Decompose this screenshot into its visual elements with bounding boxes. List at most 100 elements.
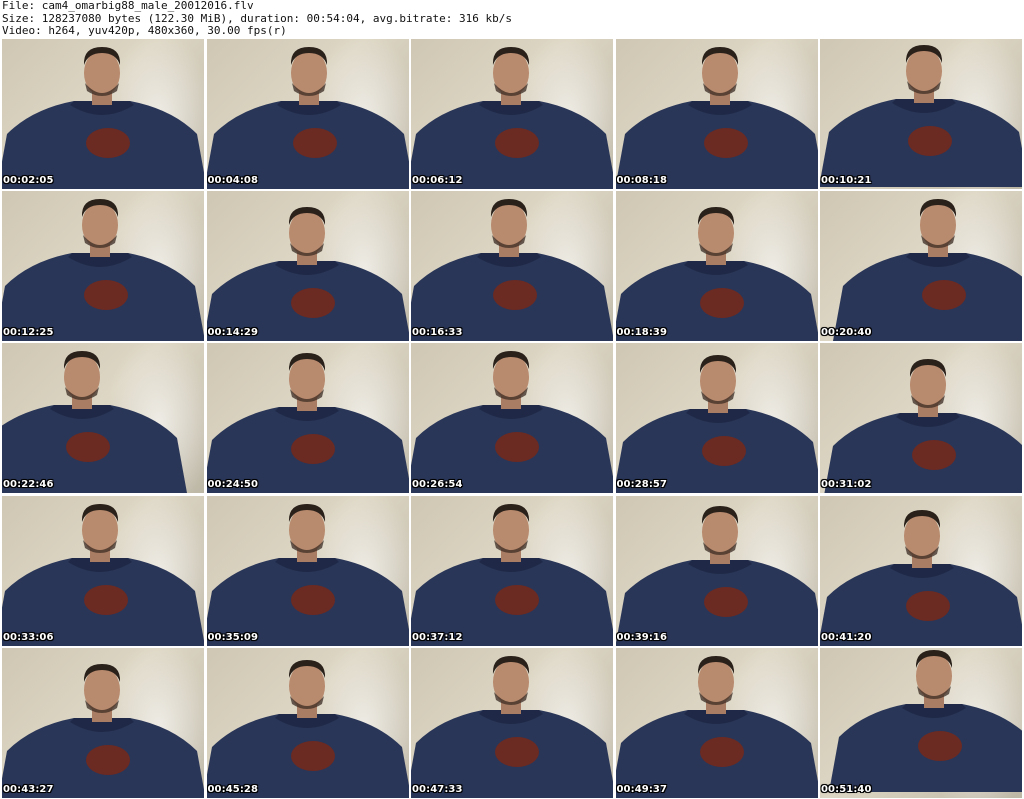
video-thumbnail: 00:06:12	[411, 39, 613, 189]
timestamp-label: 00:33:06	[3, 631, 54, 643]
person-figure	[2, 503, 204, 646]
video-thumbnail: 00:26:54	[411, 343, 613, 494]
video-thumbnail: 00:10:21	[820, 39, 1022, 189]
person-figure	[615, 655, 818, 798]
person-image	[206, 207, 409, 342]
shirt-print	[86, 128, 130, 158]
person-figure	[824, 359, 1022, 494]
person-figure	[411, 503, 613, 646]
person-figure	[411, 199, 613, 342]
shirt-print	[290, 740, 335, 771]
person-image	[833, 199, 1022, 342]
shirt-print	[912, 440, 956, 471]
shirt-print	[66, 432, 110, 463]
person-figure	[206, 207, 409, 342]
person-image	[615, 505, 818, 646]
shirt-print	[703, 586, 748, 617]
person-image	[411, 47, 613, 189]
video-thumbnail: 00:08:18	[615, 39, 818, 189]
video-thumbnail: 00:02:05	[2, 39, 204, 189]
video-thumbnail: 00:51:40	[820, 647, 1022, 798]
person-figure	[206, 47, 409, 189]
timestamp-label: 00:51:40	[821, 783, 872, 795]
video-thumbnail: 00:35:09	[206, 495, 409, 646]
video-thumbnail: 00:22:46	[2, 343, 204, 494]
timestamp-label: 00:37:12	[412, 631, 463, 643]
shirt-print	[495, 128, 539, 158]
person-image	[206, 47, 409, 189]
person-figure	[2, 663, 204, 798]
shirt-print	[84, 280, 128, 311]
timestamp-label: 00:26:54	[412, 479, 463, 491]
person-figure	[615, 355, 818, 494]
video-thumbnail: 00:39:16	[615, 495, 818, 646]
shirt-print	[701, 436, 746, 467]
person-image	[2, 503, 204, 646]
person-figure	[820, 509, 1022, 646]
timestamp-label: 00:28:57	[616, 479, 668, 491]
shirt-print	[493, 280, 537, 311]
video-info-line: Video: h264, yuv420p, 480x360, 30.00 fps…	[2, 25, 287, 37]
video-thumbnail: 00:41:20	[820, 495, 1022, 646]
shirt-print	[495, 432, 539, 463]
shirt-print	[699, 736, 744, 767]
person-figure	[411, 655, 613, 798]
shirt-print	[703, 128, 748, 158]
timestamp-label: 00:22:46	[3, 479, 54, 491]
person-figure	[615, 505, 818, 646]
person-figure	[2, 351, 187, 494]
video-thumbnail: 00:45:28	[206, 647, 409, 798]
shirt-print	[495, 736, 539, 767]
timestamp-label: 00:20:40	[821, 327, 872, 339]
person-image	[411, 655, 613, 798]
shirt-print	[908, 126, 952, 156]
person-image	[829, 649, 1022, 792]
video-thumbnail: 00:33:06	[2, 495, 204, 646]
shirt-print	[292, 128, 337, 158]
video-thumbnail: 00:24:50	[206, 343, 409, 494]
person-image	[615, 207, 818, 342]
timestamp-label: 00:49:37	[616, 783, 668, 795]
video-thumbnail: 00:14:29	[206, 191, 409, 342]
video-thumbnail: 00:31:02	[820, 343, 1022, 494]
video-thumbnail: 00:37:12	[411, 495, 613, 646]
video-thumbnail: 00:12:25	[2, 191, 204, 342]
video-thumbnail: 00:18:39	[615, 191, 818, 342]
file-size-line: Size: 128237080 bytes (122.30 MiB), dura…	[2, 12, 512, 25]
timestamp-label: 00:02:05	[3, 175, 54, 186]
video-thumbnail: 00:47:33	[411, 647, 613, 798]
shirt-print	[84, 584, 128, 615]
shirt-print	[290, 288, 335, 319]
file-info-header: File: cam4_omarbig88_male_20012016.flv S…	[2, 0, 1022, 38]
person-image	[2, 199, 204, 342]
shirt-print	[86, 744, 130, 775]
person-image	[411, 503, 613, 646]
person-figure	[833, 199, 1022, 342]
person-image	[820, 45, 1022, 187]
video-thumbnail: 00:04:08	[206, 39, 409, 189]
person-figure	[615, 207, 818, 342]
timestamp-label: 00:24:50	[207, 479, 259, 491]
person-image	[824, 359, 1022, 494]
timestamp-label: 00:43:27	[3, 783, 54, 795]
shirt-print	[906, 590, 950, 621]
timestamp-label: 00:18:39	[616, 327, 668, 339]
shirt-print	[495, 584, 539, 615]
person-image	[2, 47, 204, 189]
timestamp-label: 00:16:33	[412, 327, 463, 339]
video-thumbnail: 00:28:57	[615, 343, 818, 494]
timestamp-label: 00:45:28	[207, 783, 259, 795]
timestamp-label: 00:12:25	[3, 327, 54, 339]
timestamp-label: 00:06:12	[412, 175, 463, 186]
timestamp-label: 00:04:08	[207, 175, 259, 186]
timestamp-label: 00:41:20	[821, 631, 872, 643]
person-image	[206, 659, 409, 798]
person-image	[411, 351, 613, 494]
file-name-line: File: cam4_omarbig88_male_20012016.flv	[2, 0, 254, 12]
video-thumbnail: 00:49:37	[615, 647, 818, 798]
person-figure	[829, 649, 1022, 792]
person-image	[615, 355, 818, 494]
timestamp-label: 00:31:02	[821, 479, 872, 491]
shirt-print	[699, 288, 744, 319]
person-image	[2, 351, 187, 494]
